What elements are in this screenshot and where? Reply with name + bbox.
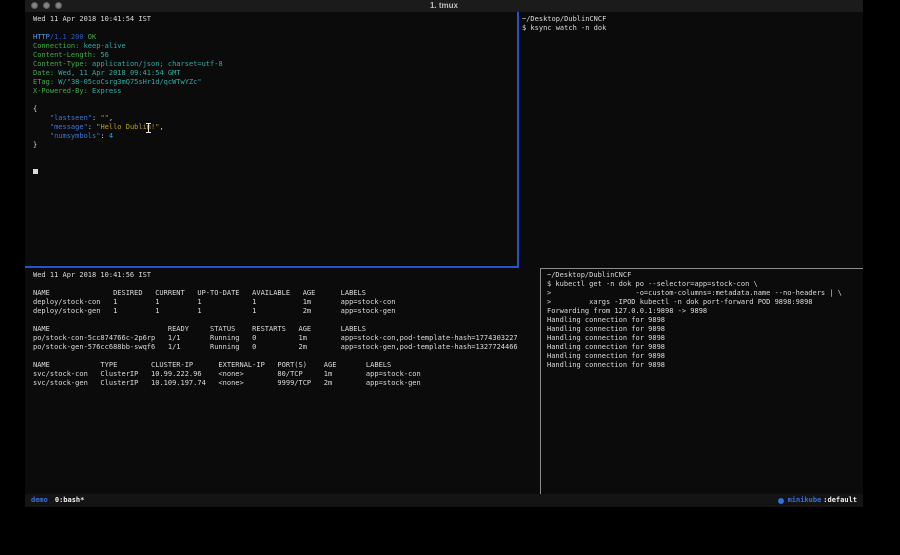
terminal-line: $ kubectl get -n dok po --selector=app=s… [547, 280, 868, 289]
kube-context: minikube [788, 494, 822, 507]
terminal-line: HTTP/1.1 200 OK [33, 33, 525, 42]
terminal-line: deploy/stock-gen 1 1 1 1 2m app=stock-ge… [33, 307, 548, 316]
pane-port-forward[interactable]: ~/Desktop/DublinCNCF$ kubectl get -n dok… [542, 269, 868, 496]
terminal-line: NAME READY STATUS RESTARTS AGE LABELS [33, 325, 548, 334]
terminal-line: NAME TYPE CLUSTER-IP EXTERNAL-IP PORT(S)… [33, 361, 548, 370]
kubernetes-icon [778, 498, 784, 504]
terminal-line [33, 96, 525, 105]
mouse-text-cursor [146, 123, 151, 133]
pane-divider-vertical-bottom[interactable] [540, 268, 541, 494]
kube-namespace: :default [823, 494, 857, 507]
pane-divider-horizontal-active[interactable] [25, 266, 519, 268]
terminal-line: Content-Type: application/json; charset=… [33, 60, 525, 69]
terminal-line [33, 159, 525, 168]
terminal-line [33, 168, 525, 177]
terminal-line: Handling connection for 9898 [547, 316, 868, 325]
pane-http-response[interactable]: Wed 11 Apr 2018 10:41:54 IST HTTP/1.1 20… [25, 12, 525, 269]
terminal-line: "lastseen": "", [33, 114, 525, 123]
terminal-line: ~/Desktop/DublinCNCF [547, 271, 868, 280]
tmux-content: Wed 11 Apr 2018 10:41:54 IST HTTP/1.1 20… [25, 12, 863, 494]
terminal-line: Forwarding from 127.0.0.1:9898 -> 9898 [547, 307, 868, 316]
pane-kubectl-get[interactable]: Wed 11 Apr 2018 10:41:56 IST NAME DESIRE… [25, 269, 548, 496]
terminal-window: 1. tmux Wed 11 Apr 2018 10:41:54 IST HTT… [25, 0, 863, 507]
terminal-line: { [33, 105, 525, 114]
terminal-line [33, 150, 525, 159]
terminal-line: > -o=custom-columns=:metadata.name --no-… [547, 289, 868, 298]
terminal-line: Date: Wed, 11 Apr 2018 09:41:54 GMT [33, 69, 525, 78]
tmux-session-name[interactable]: demo [31, 494, 48, 507]
window-title: 1. tmux [25, 0, 863, 12]
terminal-line: Handling connection for 9898 [547, 343, 868, 352]
terminal-line [33, 280, 548, 289]
status-right-segment: minikube :default [778, 494, 857, 507]
tmux-status-bar: demo 0:bash* minikube :default [25, 494, 863, 507]
terminal-line: X-Powered-By: Express [33, 87, 525, 96]
desktop: 1. tmux Wed 11 Apr 2018 10:41:54 IST HTT… [0, 0, 900, 555]
terminal-line: svc/stock-gen ClusterIP 10.109.197.74 <n… [33, 379, 548, 388]
terminal-line: deploy/stock-con 1 1 1 1 1m app=stock-co… [33, 298, 548, 307]
terminal-line: Wed 11 Apr 2018 10:41:56 IST [33, 271, 548, 280]
terminal-line: Handling connection for 9898 [547, 325, 868, 334]
terminal-line: Handling connection for 9898 [547, 361, 868, 370]
terminal-line [33, 352, 548, 361]
terminal-line: } [33, 141, 525, 150]
window-titlebar[interactable]: 1. tmux [25, 0, 863, 12]
tmux-window-item[interactable]: 0:bash* [55, 494, 85, 507]
close-button[interactable] [31, 2, 38, 9]
terminal-line: "message": "Hello Dublin!", [33, 123, 525, 132]
terminal-line: Content-Length: 56 [33, 51, 525, 60]
terminal-line: Handling connection for 9898 [547, 352, 868, 361]
terminal-line: "numsymbols": 4 [33, 132, 525, 141]
pane-ksync-watch[interactable]: ~/Desktop/DublinCNCF$ ksync watch -n dok [519, 12, 866, 269]
terminal-line [33, 24, 525, 33]
terminal-line: > xargs -IPOD kubectl -n dok port-forwar… [547, 298, 868, 307]
zoom-button[interactable] [55, 2, 62, 9]
terminal-line: svc/stock-con ClusterIP 10.99.222.96 <no… [33, 370, 548, 379]
terminal-line: Handling connection for 9898 [547, 334, 868, 343]
minimize-button[interactable] [43, 2, 50, 9]
terminal-line [33, 316, 548, 325]
terminal-line: Wed 11 Apr 2018 10:41:54 IST [33, 15, 525, 24]
terminal-line: po/stock-gen-576cc688bb-swqf6 1/1 Runnin… [33, 343, 548, 352]
traffic-lights [31, 2, 62, 9]
terminal-line: Connection: keep-alive [33, 42, 525, 51]
terminal-line: $ ksync watch -n dok [522, 24, 866, 33]
terminal-line: ETag: W/"38-05coCsrg3mQ75sHr1d/qcWTwYZc" [33, 78, 525, 87]
terminal-line: ~/Desktop/DublinCNCF [522, 15, 866, 24]
terminal-line: NAME DESIRED CURRENT UP-TO-DATE AVAILABL… [33, 289, 548, 298]
terminal-line: po/stock-con-5cc874766c-2p6rp 1/1 Runnin… [33, 334, 548, 343]
